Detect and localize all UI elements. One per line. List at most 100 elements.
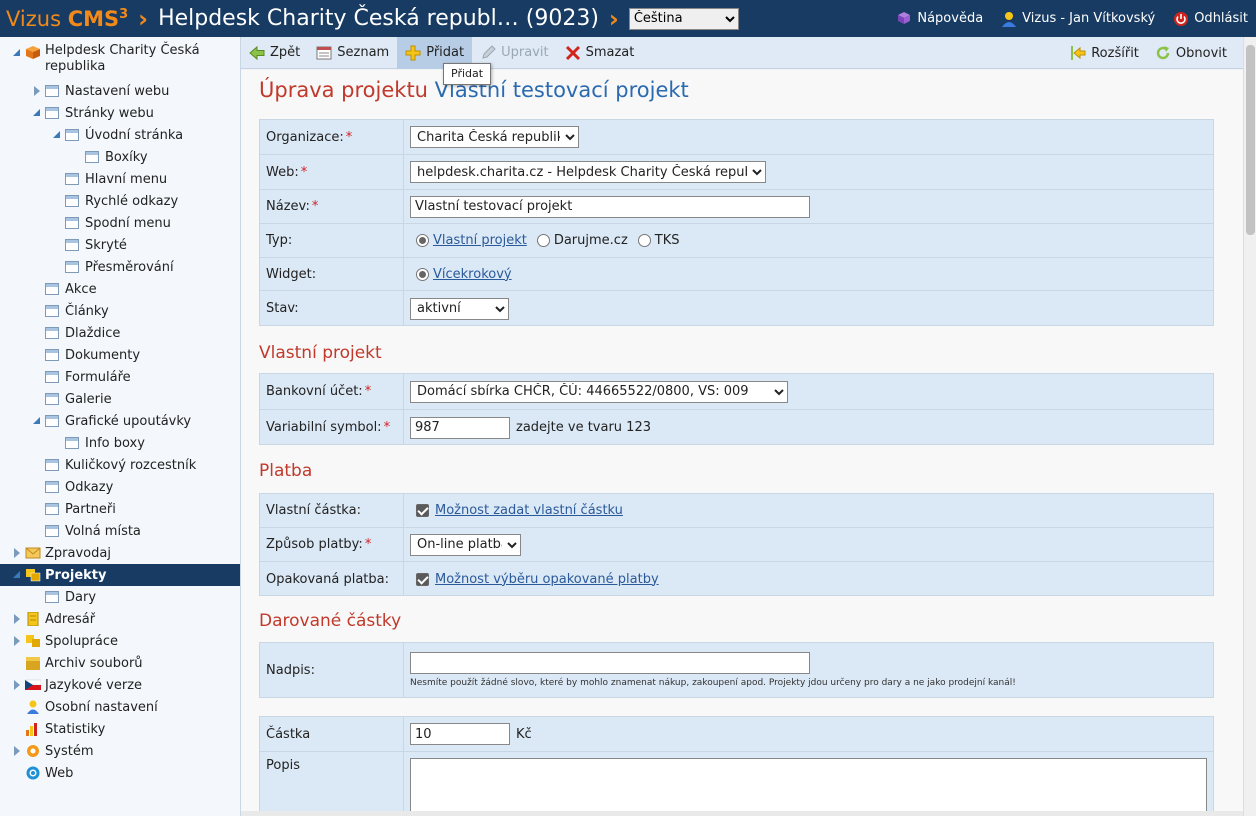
tree-item-boxes[interactable]: Boxíky — [0, 146, 240, 168]
widget-radio[interactable] — [416, 267, 429, 281]
page-icon — [65, 129, 79, 141]
book-icon — [896, 11, 912, 27]
tree-item-homepage[interactable]: Úvodní stránka — [0, 124, 240, 146]
tree-item-documents[interactable]: Dokumenty — [0, 344, 240, 366]
page-icon — [65, 239, 79, 251]
state-select[interactable]: aktivní — [410, 297, 509, 320]
description-textarea[interactable] — [410, 758, 1207, 816]
tree-item-jobs[interactable]: Volná místa — [0, 520, 240, 542]
tree-item-root[interactable]: Helpdesk Charity Česká republika — [0, 43, 240, 77]
bank-account-select[interactable]: Domácí sbírka CHČR, ČÚ: 44665522/0800, V… — [410, 380, 788, 403]
expand-toggle-icon[interactable] — [32, 416, 42, 426]
tree-item-cooperation[interactable]: Spolupráce — [0, 630, 240, 652]
tree-item-partners[interactable]: Partneři — [0, 498, 240, 520]
logout-link[interactable]: Odhlásit — [1173, 11, 1248, 27]
vertical-scrollbar[interactable] — [1243, 37, 1256, 816]
bar-chart-icon — [25, 722, 41, 736]
tree-item-articles[interactable]: Články — [0, 300, 240, 322]
tree-item-donations[interactable]: Dary — [0, 586, 240, 608]
tree-item-bottom-menu[interactable]: Spodní menu — [0, 212, 240, 234]
heading-input[interactable] — [410, 652, 810, 674]
expand-toggle-icon[interactable] — [32, 108, 42, 118]
own-project-form: Bankovní účet: * Domácí sbírka CHČR, ČÚ: … — [259, 373, 1214, 445]
top-bar: Vizus CMS3 › Helpdesk Charity Česká repu… — [0, 0, 1256, 37]
tree-item-events[interactable]: Akce — [0, 278, 240, 300]
back-button[interactable]: Zpět — [241, 37, 308, 69]
tree-item-main-menu[interactable]: Hlavní menu — [0, 168, 240, 190]
tree-item-gallery[interactable]: Galerie — [0, 388, 240, 410]
form-row-state: Stav: aktivní — [260, 291, 1213, 326]
tree-item-ball-crossroad[interactable]: Kuličkový rozcestník — [0, 454, 240, 476]
repeat-payment-checkbox[interactable] — [416, 572, 429, 586]
page-icon — [45, 349, 59, 361]
tree-item-personal-settings[interactable]: Osobní nastavení — [0, 696, 240, 718]
tree-item-newsletter[interactable]: Zpravodaj — [0, 542, 240, 564]
amounts-heading-form: Nadpis: Nesmíte použít žádné slovo, kter… — [259, 642, 1214, 698]
expand-toggle-icon[interactable] — [12, 680, 22, 690]
tree-item-file-archive[interactable]: Archiv souborů — [0, 652, 240, 674]
tree-item-statistics[interactable]: Statistiky — [0, 718, 240, 740]
tree-item-web-pages[interactable]: Stránky webu — [0, 102, 240, 124]
own-amount-checkbox[interactable] — [416, 504, 429, 517]
expand-toggle-icon[interactable] — [12, 746, 22, 756]
tree-item-web-settings[interactable]: Nastavení webu — [0, 80, 240, 102]
expand-toggle-icon[interactable] — [12, 636, 22, 646]
tree-item-hidden[interactable]: Skryté — [0, 234, 240, 256]
tree-item-tiles[interactable]: Dlaždice — [0, 322, 240, 344]
power-icon — [1173, 11, 1189, 27]
type-radio-darujme[interactable] — [536, 234, 550, 247]
web-select[interactable]: helpdesk.charita.cz - Helpdesk Charity Č… — [410, 161, 766, 183]
tree-item-banners[interactable]: Grafické upoutávky — [0, 410, 240, 432]
tree-item-projects[interactable]: Projekty — [0, 564, 240, 586]
app-logo[interactable]: Vizus CMS3 — [6, 7, 128, 31]
expand-toggle-icon[interactable] — [52, 130, 62, 140]
type-radio-own[interactable] — [416, 234, 429, 247]
amount-input[interactable] — [410, 723, 510, 745]
tree-item-quick-links[interactable]: Rychlé odkazy — [0, 190, 240, 212]
tree-item-web[interactable]: Web — [0, 762, 240, 784]
variable-symbol-input[interactable] — [410, 416, 510, 439]
page-icon — [45, 591, 59, 603]
form-row-organization: Organizace: * Charita Česká republika — [260, 120, 1213, 155]
payment-method-select[interactable]: On-line platba — [410, 533, 521, 556]
delete-button[interactable]: Smazat — [557, 37, 643, 69]
type-radio-tks[interactable] — [637, 234, 651, 247]
expand-toggle-icon[interactable] — [12, 570, 22, 580]
form-row-description: Popis — [260, 752, 1213, 816]
page-icon — [65, 437, 79, 449]
chevron-right-icon: › — [608, 4, 619, 33]
user-icon — [25, 700, 41, 714]
user-link[interactable]: Vizus - Jan Vítkovský — [1001, 11, 1155, 27]
page-icon — [45, 525, 59, 537]
organization-select[interactable]: Charita Česká republika — [410, 126, 579, 148]
tree-item-links[interactable]: Odkazy — [0, 476, 240, 498]
expand-button[interactable]: Rozšířit — [1062, 37, 1147, 69]
section-payment: Platba — [259, 461, 313, 481]
horizontal-scrollbar[interactable] — [241, 811, 1243, 816]
language-select[interactable]: Čeština — [628, 7, 739, 30]
page-icon — [45, 393, 59, 405]
tree-item-system[interactable]: Systém — [0, 740, 240, 762]
expand-toggle-icon[interactable] — [12, 548, 22, 558]
page-icon — [45, 459, 59, 471]
list-icon — [316, 45, 332, 61]
help-link[interactable]: Nápověda — [896, 11, 983, 27]
scrollbar-thumb[interactable] — [1246, 45, 1255, 235]
tree-item-language-versions[interactable]: Jazykové verze — [0, 674, 240, 696]
refresh-button[interactable]: Obnovit — [1147, 37, 1235, 69]
tree-item-redirects[interactable]: Přesměrování — [0, 256, 240, 278]
section-donated-amounts: Darované částky — [259, 611, 402, 631]
toolbar: Zpět Seznam Přidat Upravit Smazat Rozšíř… — [241, 36, 1243, 69]
expand-toggle-icon[interactable] — [32, 86, 42, 96]
form-row-web: Web: * helpdesk.charita.cz - Helpdesk Cha… — [260, 155, 1213, 190]
page-icon — [45, 283, 59, 295]
tree-item-address-book[interactable]: Adresář — [0, 608, 240, 630]
expand-toggle-icon[interactable] — [12, 614, 22, 624]
expand-toggle-icon[interactable] — [12, 48, 22, 58]
list-button[interactable]: Seznam — [308, 37, 397, 69]
czech-flag-icon — [24, 678, 42, 692]
tree-item-forms[interactable]: Formuláře — [0, 366, 240, 388]
name-input[interactable] — [410, 195, 810, 218]
form-row-variable-symbol: Variabilní symbol:* zadejte ve tvaru 123 — [260, 410, 1213, 445]
tree-item-info-boxes[interactable]: Info boxy — [0, 432, 240, 454]
